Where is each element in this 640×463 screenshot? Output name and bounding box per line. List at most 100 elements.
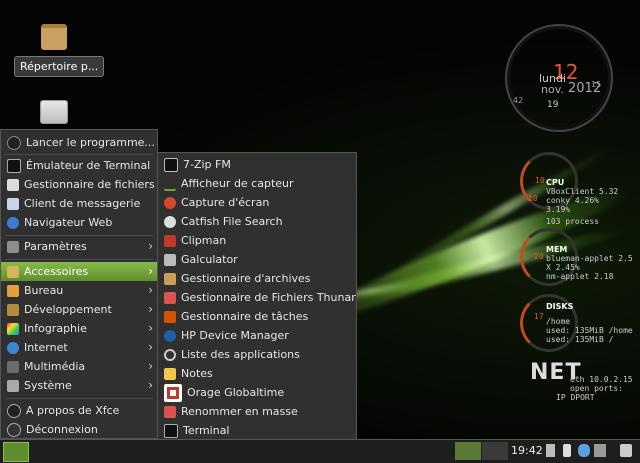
cpu-ring-label: 10 [535, 176, 545, 185]
conky-net-row: open ports: [570, 384, 623, 393]
chevron-right-icon: › [148, 264, 153, 278]
submenu-item-bulk-rename[interactable]: Renommer en masse [158, 402, 356, 421]
conky-disks-row: used: 135MiB /home [546, 326, 633, 335]
clipboard-icon[interactable] [546, 444, 555, 457]
chevron-right-icon: › [148, 239, 153, 253]
desktop-icon-home[interactable]: Répertoire p... [14, 24, 105, 77]
workspace-1[interactable] [455, 442, 481, 460]
submenu-item-label: Catfish File Search [181, 215, 283, 228]
submenu-item-catfish[interactable]: Catfish File Search [158, 212, 356, 231]
menu-item-label: Lancer le programme... [26, 136, 155, 149]
power-icon[interactable] [563, 444, 571, 457]
conky-net: eth 10.0.2.15 open ports: IP DPORT [556, 375, 633, 402]
menu-item-label: Accessoires [24, 265, 89, 278]
submenu-item-orage-globaltime[interactable]: Orage Globaltime [158, 383, 356, 402]
menu-item-system[interactable]: Système › [1, 376, 157, 395]
screenshot-icon [164, 196, 176, 209]
bluetooth-icon[interactable] [578, 444, 590, 457]
taskbar: 19:42 [0, 439, 640, 463]
menu-item-multimedia[interactable]: Multimédia › [1, 357, 157, 376]
submenu-item-label: Clipman [181, 234, 227, 247]
submenu-item-label: Renommer en masse [181, 405, 298, 418]
system-icon [7, 379, 19, 392]
chevron-right-icon: › [148, 359, 153, 373]
clock-year: 2012 [568, 81, 602, 96]
settings-icon [7, 240, 19, 253]
conky-mem-title: MEM [546, 245, 568, 254]
thunar-icon [164, 291, 176, 304]
submenu-item-hp-device-manager[interactable]: HP Device Manager [158, 326, 356, 345]
web-browser-icon [7, 216, 19, 229]
submenu-item-screenshot[interactable]: Capture d'écran [158, 193, 356, 212]
graphics-icon [7, 322, 19, 335]
menu-item-development[interactable]: Développement › [1, 300, 157, 319]
conky-cpu-row: VBoxClient 5.32 [546, 187, 619, 196]
menu-item-label: A propos de Xfce [26, 404, 120, 417]
search-icon [164, 215, 176, 228]
globaltime-icon [164, 383, 182, 402]
menu-item-terminal-emulator[interactable]: Émulateur de Terminal [1, 156, 157, 175]
submenu-item-notes[interactable]: Notes [158, 364, 356, 383]
conky-cpu-row: 3.19% [546, 205, 571, 214]
drive-icon [40, 100, 68, 124]
desktop-icon-drive[interactable] [14, 100, 94, 124]
menu-item-accessories[interactable]: Accessoires › [1, 262, 157, 281]
submenu-item-galculator[interactable]: Galculator [158, 250, 356, 269]
submenu-item-label: HP Device Manager [181, 329, 289, 342]
magnifier-icon [164, 348, 176, 361]
submenu-item-label: 7-Zip FM [183, 158, 231, 171]
taskbar-clock[interactable]: 19:42 [511, 444, 543, 457]
menu-item-internet[interactable]: Internet › [1, 338, 157, 357]
conky-disks: DISKS /home used: 135MiB /home used: 135… [546, 302, 633, 344]
menu-item-label: Gestionnaire de fichiers [24, 178, 155, 191]
mem-ring-label: 20 [534, 252, 544, 261]
accessories-icon [7, 265, 19, 278]
submenu-item-terminal[interactable]: Terminal [158, 421, 356, 440]
submenu-item-sensor-viewer[interactable]: Afficheur de capteur [158, 174, 356, 193]
applications-menu-button[interactable] [3, 442, 29, 462]
folder-home-icon [41, 24, 67, 50]
submenu-item-label: Orage Globaltime [187, 386, 285, 399]
menu-item-label: Internet [24, 341, 68, 354]
workspace-2[interactable] [482, 442, 508, 460]
volume-icon[interactable] [620, 444, 632, 457]
menu-item-file-manager[interactable]: Gestionnaire de fichiers [1, 175, 157, 194]
conky-mem-row: blueman-applet 2.5 [546, 254, 633, 263]
menu-item-mail-client[interactable]: Client de messagerie [1, 194, 157, 213]
chevron-right-icon: › [148, 321, 153, 335]
submenu-item-7zip[interactable]: 7-Zip FM [158, 155, 356, 174]
conky-cpu: CPU VBoxClient 5.32 conky 4.26% 3.19% 10… [546, 178, 618, 226]
mail-icon [7, 197, 19, 210]
submenu-item-clipman[interactable]: Clipman [158, 231, 356, 250]
chevron-right-icon: › [148, 378, 153, 392]
menu-item-run[interactable]: Lancer le programme... [1, 133, 157, 152]
chevron-right-icon: › [148, 302, 153, 316]
menu-separator [5, 235, 153, 236]
menu-separator [5, 154, 153, 155]
chevron-right-icon: › [148, 283, 153, 297]
menu-item-about-xfce[interactable]: A propos de Xfce [1, 401, 157, 420]
menu-item-web-browser[interactable]: Navigateur Web [1, 213, 157, 232]
submenu-item-label: Liste des applications [181, 348, 300, 361]
menu-item-label: Déconnexion [26, 423, 98, 436]
disks-ring-label: 17 [534, 312, 544, 321]
network-icon[interactable] [594, 444, 606, 457]
submenu-item-label: Gestionnaire de tâches [181, 310, 309, 323]
submenu-item-archive-manager[interactable]: Gestionnaire d'archives [158, 269, 356, 288]
clock-month: nov. [541, 83, 564, 96]
menu-item-graphics[interactable]: Infographie › [1, 319, 157, 338]
sensor-icon [164, 176, 176, 191]
conky-cpu-title: CPU [546, 178, 565, 187]
submenu-item-label: Gestionnaire de Fichiers Thunar [181, 291, 356, 304]
development-icon [7, 303, 19, 316]
menu-item-office[interactable]: Bureau › [1, 281, 157, 300]
menu-item-logout[interactable]: Déconnexion [1, 420, 157, 439]
file-manager-icon [7, 178, 19, 191]
submenu-item-thunar[interactable]: Gestionnaire de Fichiers Thunar [158, 288, 356, 307]
submenu-item-task-manager[interactable]: Gestionnaire de tâches [158, 307, 356, 326]
task-manager-icon [164, 310, 176, 323]
archive-manager-icon [164, 272, 176, 285]
submenu-item-application-list[interactable]: Liste des applications [158, 345, 356, 364]
menu-item-label: Développement [24, 303, 112, 316]
menu-item-settings[interactable]: Paramètres › [1, 237, 157, 256]
